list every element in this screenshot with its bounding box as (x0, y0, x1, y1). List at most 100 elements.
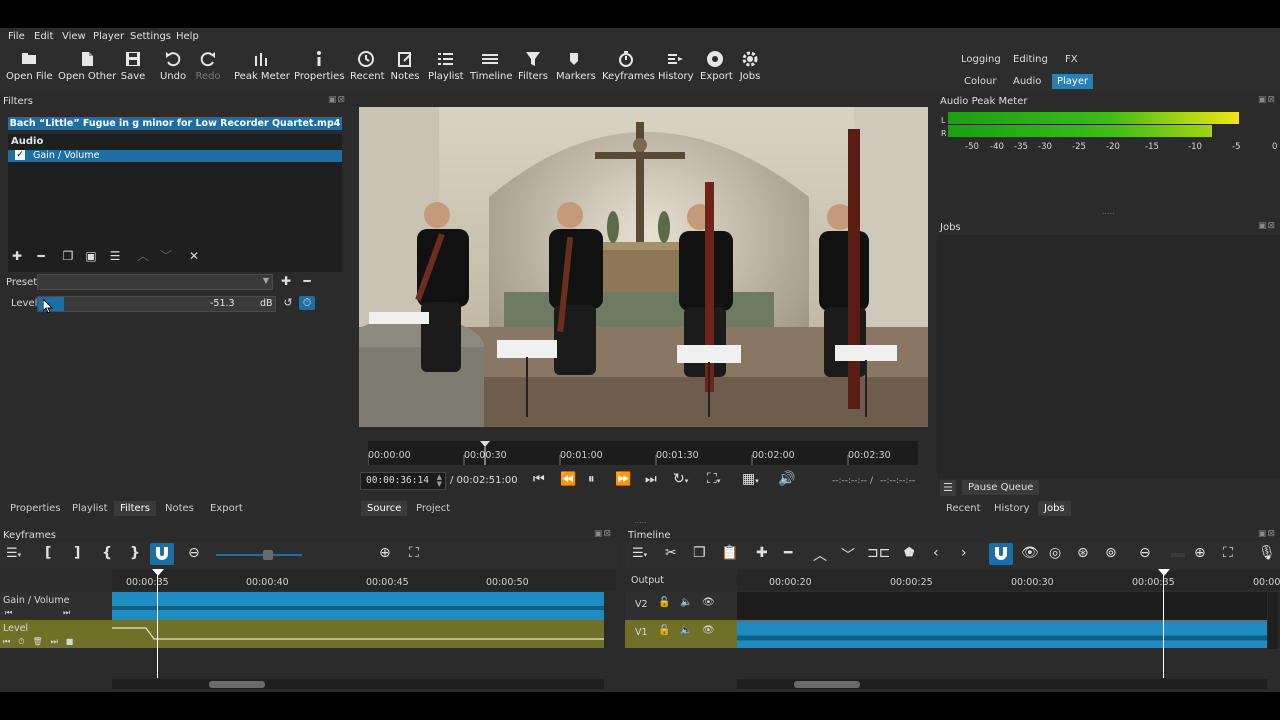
jobs-panel-float-close[interactable]: ▣⊠ (1258, 221, 1276, 231)
save-preset-button[interactable]: ✚ (278, 274, 294, 288)
open-other-button[interactable]: Open Other (58, 50, 116, 82)
move-filter-down-button[interactable]: ﹀ (158, 249, 174, 263)
pause-queue-button[interactable]: Pause Queue (962, 480, 1040, 495)
player-ruler[interactable]: 00:00:00 00:00:30 00:01:00 00:01:30 00:0… (368, 441, 918, 465)
menu-help[interactable]: Help (176, 31, 199, 42)
pause-button[interactable]: ⏸ (588, 472, 595, 487)
lift-icon[interactable]: ︿ (813, 545, 827, 565)
layout-fx[interactable]: FX (1060, 52, 1083, 67)
tab-source[interactable]: Source (361, 501, 408, 516)
timeline-playhead-marker[interactable] (1158, 569, 1170, 576)
open-file-button[interactable]: Open File (6, 50, 53, 82)
mute-icon[interactable]: 🔈 (680, 597, 692, 608)
loop-button[interactable]: ↻▾ (673, 471, 688, 487)
keyframes-zoom-slider-handle[interactable] (263, 550, 273, 560)
timeline-zoom-in-icon[interactable]: ⊕ (1194, 545, 1206, 561)
filter-item-gain-volume[interactable]: ✓ Gain / Volume (8, 150, 342, 162)
seek-next-keyframe-button[interactable]: ] (74, 545, 80, 561)
seek-filter-end-button[interactable]: } (130, 545, 140, 561)
ripple-all-tracks-icon[interactable]: ⊛ (1077, 545, 1089, 561)
tab-jobs[interactable]: Jobs (1038, 501, 1071, 516)
split-icon[interactable]: ⊐⊏ (867, 545, 890, 561)
grid-button[interactable]: ▦▾ (742, 471, 759, 487)
copy-icon[interactable]: ❐ (693, 545, 706, 561)
filter-enabled-checkbox[interactable]: ✓ (15, 150, 25, 160)
append-icon[interactable]: ✚ (756, 545, 768, 561)
splitter-handle[interactable]: ..... (1102, 207, 1115, 216)
ripple-icon[interactable]: ◎ (1049, 545, 1061, 561)
ripple-markers-icon[interactable]: ⊚ (1105, 545, 1117, 561)
playlist-button[interactable]: Playlist (428, 50, 464, 82)
filters-panel-float-close[interactable]: ▣⊠ (328, 95, 346, 105)
notes-button[interactable]: Notes (390, 50, 420, 82)
peak-meter-float-close[interactable]: ▣⊠ (1258, 95, 1276, 105)
lock-icon[interactable]: 🔓 (658, 597, 670, 608)
copy-filter-button[interactable]: ❐ (60, 249, 76, 263)
snap-magnet-button[interactable] (150, 543, 174, 565)
eye-icon[interactable]: 👁 (702, 597, 715, 608)
skip-to-start-button[interactable]: ⏮ (533, 472, 545, 487)
filters-button[interactable]: Filters (518, 50, 548, 82)
history-button[interactable]: History (658, 50, 694, 82)
next-marker-icon[interactable]: › (961, 545, 967, 561)
peak-meter-button[interactable]: Peak Meter (234, 50, 290, 82)
level-keyframe-lane[interactable] (112, 620, 604, 648)
redo-button[interactable]: Redo (194, 50, 222, 82)
zoom-fit-icon[interactable]: ⛶ (409, 545, 419, 561)
jobs-menu-button[interactable]: ☰ (940, 480, 956, 496)
save-filter-set-button[interactable]: ☰ (107, 249, 123, 263)
timeline-button[interactable]: Timeline (470, 50, 513, 82)
keyframes-zoom-slider[interactable] (216, 554, 302, 556)
mute-icon[interactable]: 🔈 (680, 625, 692, 636)
move-filter-up-button[interactable]: ︿ (135, 249, 151, 263)
timeline-panel-float-close[interactable]: ▣⊠ (1258, 529, 1276, 539)
level-keyframe-button[interactable]: ⏱ (299, 296, 315, 310)
menu-settings[interactable]: Settings (130, 31, 171, 42)
marker-icon[interactable]: ⬟ (904, 545, 914, 559)
level-track-controls[interactable]: ⏮⏱🗑⏭■ (3, 637, 81, 647)
deselect-filter-button[interactable]: ✕ (186, 249, 202, 263)
menu-player[interactable]: Player (93, 31, 124, 42)
track-header-v1[interactable]: V1 🔓 🔈 👁 (625, 620, 737, 648)
dock-splitter-handle[interactable]: ..... (634, 516, 647, 525)
keyframes-panel-float-close[interactable]: ▣⊠ (594, 529, 612, 539)
tab-project[interactable]: Project (410, 501, 456, 516)
undo-button[interactable]: Undo (158, 50, 188, 82)
tab-filters[interactable]: Filters (114, 501, 156, 516)
timeline-snap-button[interactable] (989, 543, 1013, 565)
delete-preset-button[interactable]: ━ (299, 274, 315, 288)
track-v2-lane[interactable] (737, 592, 1267, 620)
previous-marker-icon[interactable]: ‹ (933, 545, 939, 561)
timeline-scroll-thumb[interactable] (794, 681, 860, 688)
overwrite-icon[interactable]: ﹀ (841, 545, 855, 565)
lock-icon[interactable]: 🔓 (658, 625, 670, 636)
keyframes-playhead[interactable] (157, 572, 158, 678)
zoom-in-icon[interactable]: ⊕ (379, 545, 391, 561)
seek-previous-keyframe-button[interactable]: [ (45, 545, 51, 561)
layout-audio[interactable]: Audio (1008, 74, 1046, 89)
properties-button[interactable]: Properties (294, 50, 345, 82)
rewind-button[interactable]: ⏪ (560, 472, 576, 487)
zoom-button[interactable]: ⛶▾ (707, 471, 720, 487)
jobs-button[interactable]: Jobs (738, 50, 762, 82)
seek-filter-start-button[interactable]: { (102, 545, 112, 561)
tab-properties[interactable]: Properties (4, 501, 67, 516)
timeline-zoom-fit-icon[interactable]: ⛶ (1223, 545, 1233, 561)
save-button[interactable]: Save (119, 50, 147, 82)
menu-file[interactable]: File (8, 31, 25, 42)
add-filter-button[interactable]: ✚ (9, 249, 25, 263)
remove-filter-button[interactable]: ━ (33, 249, 49, 263)
keyframes-button[interactable]: Keyframes (602, 50, 655, 82)
paste-icon[interactable]: 📋 (721, 545, 738, 561)
tab-export[interactable]: Export (204, 501, 249, 516)
tab-history[interactable]: History (988, 501, 1036, 516)
scrub-drag-icon[interactable]: 👁 (1021, 545, 1039, 561)
track-header-v2[interactable]: V2 🔓 🔈 👁 (625, 592, 737, 620)
paste-filter-button[interactable]: ▣ (83, 249, 99, 263)
timeline-zoom-slider[interactable] (1171, 553, 1185, 557)
timeline-hscrollbar[interactable] (737, 679, 1267, 689)
timeline-ruler[interactable]: 00:00:20 00:00:25 00:00:30 00:00:35 00:0… (737, 570, 1280, 590)
gain-volume-clip[interactable] (112, 592, 604, 620)
tab-recent[interactable]: Recent (940, 501, 987, 516)
recent-button[interactable]: Recent (350, 50, 385, 82)
